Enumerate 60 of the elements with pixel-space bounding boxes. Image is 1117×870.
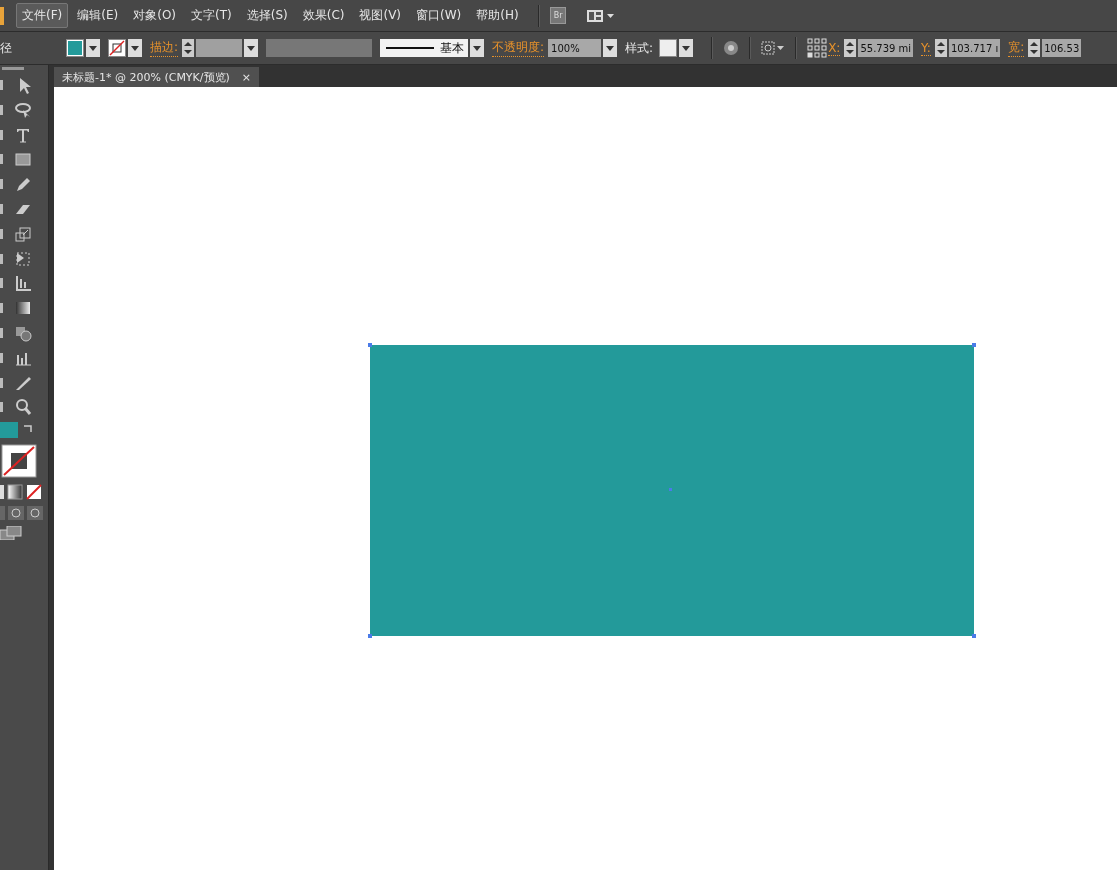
stroke-line-icon	[386, 46, 435, 50]
selection-type-label: 径	[0, 39, 12, 57]
dropdown-caret-icon[interactable]	[470, 39, 485, 57]
zoom-icon[interactable]	[14, 398, 32, 417]
panel-grip-icon	[2, 67, 24, 70]
reference-point-icon[interactable]	[807, 37, 829, 59]
dropdown-caret-icon[interactable]	[244, 39, 259, 57]
spinner-icon[interactable]	[934, 39, 947, 57]
spinner-icon[interactable]	[182, 39, 195, 57]
scale-tool-icon[interactable]	[14, 224, 32, 243]
free-transform-icon[interactable]	[14, 249, 32, 268]
screen-mode-icon[interactable]	[0, 526, 22, 541]
dropdown-caret-icon[interactable]	[128, 39, 142, 57]
dropdown-caret-icon[interactable]	[603, 39, 618, 57]
spinner-icon[interactable]	[844, 39, 857, 57]
pencil-icon[interactable]	[14, 175, 32, 194]
x-label[interactable]: X:	[828, 40, 841, 56]
width-field[interactable]: 106.53	[1042, 39, 1082, 57]
y-field[interactable]: 103.717 ı	[948, 39, 1001, 57]
dropdown-caret-icon[interactable]	[679, 39, 694, 57]
menu-item[interactable]: 编辑(E)	[71, 3, 125, 28]
opacity-label[interactable]: 不透明度:	[492, 39, 545, 57]
rectangle-icon[interactable]	[14, 150, 32, 169]
graph-icon[interactable]	[14, 274, 32, 293]
menu-item[interactable]: 效果(C)	[296, 3, 351, 28]
color-mode-icons[interactable]	[0, 484, 44, 501]
app-logo-icon	[0, 6, 4, 25]
y-label[interactable]: Y:	[921, 40, 931, 56]
draw-mode-icons[interactable]	[0, 506, 44, 521]
document-title: 未标题-1* @ 200% (CMYK/预览)	[62, 69, 230, 85]
menu-item[interactable]: 文字(T)	[185, 3, 238, 28]
fill-swatch[interactable]	[66, 39, 84, 57]
document-tab[interactable]: 未标题-1* @ 200% (CMYK/预览) ×	[54, 67, 260, 87]
brush-definition-field[interactable]: 基本	[380, 39, 469, 57]
x-field[interactable]: 55.739 mi	[858, 39, 914, 57]
graphic-style-swatch[interactable]	[659, 39, 678, 57]
menu-item[interactable]: 选择(S)	[240, 3, 294, 28]
stroke-weight-field[interactable]	[196, 39, 243, 57]
opacity-field[interactable]: 100%	[548, 39, 602, 57]
stroke-color-swatch[interactable]	[1, 444, 37, 479]
menu-item[interactable]: 窗口(W)	[410, 3, 468, 28]
menu-item[interactable]: 帮助(H)	[470, 3, 525, 28]
stroke-label[interactable]: 描边:	[150, 39, 179, 57]
close-tab-button[interactable]: ×	[241, 70, 252, 84]
workspace-layout-icon[interactable]	[586, 7, 617, 24]
menu-item[interactable]: 文件(F)	[16, 3, 69, 28]
swap-colors-icon[interactable]	[22, 422, 34, 435]
isolate-object-icon[interactable]	[761, 40, 786, 56]
spinner-icon[interactable]	[1028, 39, 1041, 57]
recolor-artwork-icon[interactable]	[723, 40, 740, 56]
style-label: 样式:	[625, 39, 654, 57]
width-label[interactable]: 宽:	[1008, 39, 1025, 57]
stroke-swatch[interactable]	[108, 39, 126, 57]
fill-color-swatch[interactable]	[0, 422, 18, 439]
menu-item[interactable]: 视图(V)	[353, 3, 408, 28]
dropdown-caret-icon[interactable]	[86, 39, 100, 57]
lasso-icon[interactable]	[14, 100, 32, 119]
brush-name: 基本	[440, 39, 465, 57]
center-point	[669, 488, 672, 491]
menu-item[interactable]: 对象(O)	[127, 3, 183, 28]
